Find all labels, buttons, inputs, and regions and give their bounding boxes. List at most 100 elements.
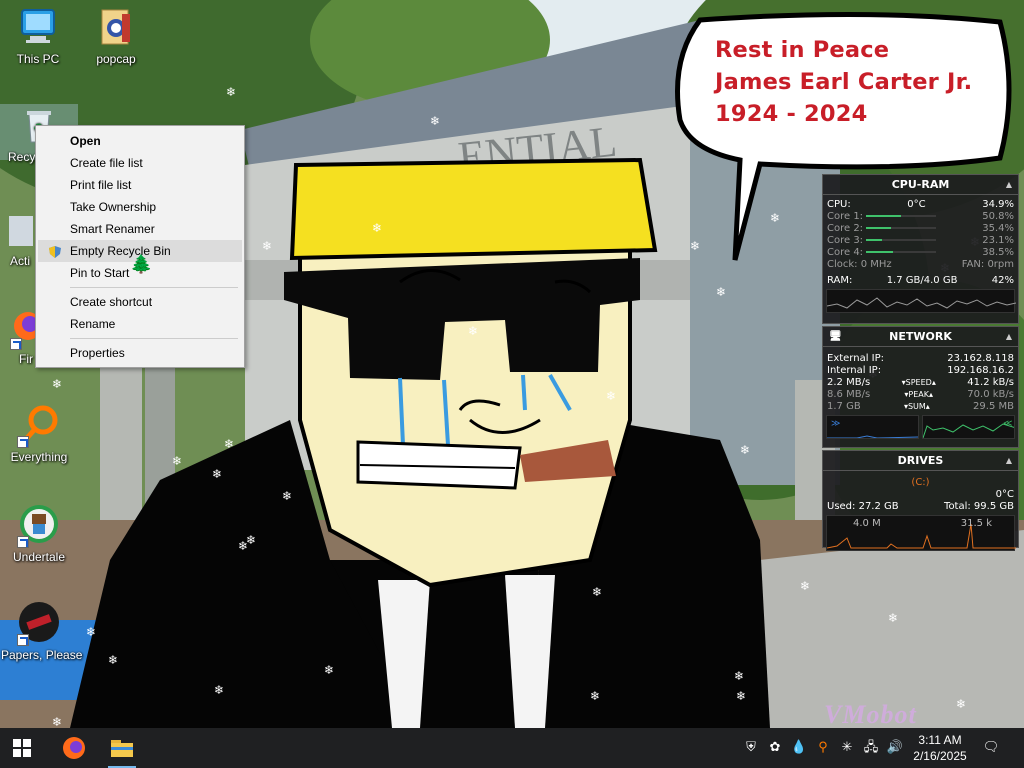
tray-app-icon[interactable]: ✿ bbox=[766, 738, 784, 756]
windows-logo-icon bbox=[13, 739, 31, 757]
drive-name-row: (C:) bbox=[823, 477, 1018, 489]
internal-ip-row: Internal IP: 192.168.16.2 bbox=[823, 365, 1018, 377]
svg-text:❄: ❄ bbox=[690, 239, 700, 253]
core-bar bbox=[866, 251, 894, 253]
internal-ip-value: 192.168.16.2 bbox=[947, 365, 1014, 376]
peak-row: 8.6 MB/s ▾PEAK▴ 70.0 kB/s bbox=[827, 389, 1014, 400]
download-sum: 1.7 GB bbox=[827, 401, 861, 412]
network-graphs: ≫ ≪ bbox=[826, 415, 1015, 441]
svg-text:❄: ❄ bbox=[52, 715, 62, 728]
menu-item-take-ownership[interactable]: Take Ownership bbox=[36, 196, 244, 218]
core-value: 38.5% bbox=[982, 247, 1014, 258]
widget-title-text: NETWORK bbox=[889, 330, 952, 343]
core-label: Core 4: bbox=[827, 247, 864, 258]
menu-item-create-file-list[interactable]: Create file list bbox=[36, 152, 244, 174]
shield-icon bbox=[48, 244, 62, 258]
core-label: Core 1: bbox=[827, 211, 864, 222]
desktop-icon-acti[interactable]: Acti bbox=[0, 212, 40, 268]
external-ip-row: External IP: 23.162.8.118 bbox=[823, 353, 1018, 365]
taskbar-firefox-button[interactable] bbox=[52, 728, 96, 768]
svg-text:❄: ❄ bbox=[888, 611, 898, 625]
upload-sum: 29.5 MB bbox=[973, 401, 1014, 412]
collapse-icon[interactable]: ▲ bbox=[1006, 451, 1012, 471]
clock-speed: Clock: 0 MHz bbox=[827, 259, 892, 270]
network-icon: 🖥 bbox=[829, 331, 842, 342]
tray-security-icon[interactable]: ⛨ bbox=[742, 738, 760, 756]
bubble-line-2: James Earl Carter Jr. bbox=[715, 69, 973, 95]
menu-separator bbox=[70, 338, 238, 339]
christmas-tree-cursor-icon: 🌲 bbox=[130, 254, 153, 274]
svg-text:❄: ❄ bbox=[52, 377, 62, 391]
tray-search-icon[interactable]: ⚲ bbox=[814, 738, 832, 756]
menu-item-smart-renamer[interactable]: Smart Renamer bbox=[36, 218, 244, 240]
cpu-ram-widget: CPU-RAM ▲ CPU: 0°C 34.9% Core 1: 50.8% Co… bbox=[822, 174, 1019, 324]
drive-write: 31.5 k bbox=[960, 518, 992, 529]
notifications-icon[interactable]: 🗨 bbox=[982, 738, 1000, 756]
tray-snowflake-icon[interactable]: ✳ bbox=[838, 738, 856, 756]
menu-item-label: Empty Recycle Bin bbox=[70, 244, 171, 258]
peak-label: PEAK bbox=[908, 390, 930, 399]
menu-item-create-shortcut[interactable]: Create shortcut bbox=[36, 291, 244, 313]
desktop-icon-papers-please[interactable]: Papers, Please bbox=[1, 602, 83, 662]
upload-speed: 41.2 kB/s bbox=[967, 377, 1014, 388]
network-icon[interactable]: 🖧 bbox=[862, 738, 880, 756]
shortcut-arrow-icon bbox=[10, 338, 22, 350]
cpu-row: CPU: 0°C 34.9% bbox=[823, 199, 1018, 211]
drive-letter: (C:) bbox=[911, 477, 930, 488]
cpu-label: CPU: bbox=[827, 199, 851, 210]
sum-label: SUM bbox=[907, 402, 926, 411]
svg-text:❄: ❄ bbox=[108, 653, 118, 667]
svg-text:❄: ❄ bbox=[740, 443, 750, 457]
speech-bubble-text: Rest in Peace James Earl Carter Jr. 1924… bbox=[715, 34, 1005, 130]
desktop-icon-this-pc[interactable]: This PC bbox=[0, 6, 76, 66]
drive-read: 4.0 M bbox=[853, 518, 881, 529]
svg-text:❄: ❄ bbox=[86, 625, 96, 639]
core-row: Core 2: 35.4% bbox=[823, 223, 1018, 235]
context-menu: Open Create file list Print file list Ta… bbox=[35, 125, 245, 368]
desktop-icon-label: Papers, Please bbox=[1, 648, 83, 662]
folder-icon bbox=[111, 740, 133, 757]
core-value: 35.4% bbox=[982, 223, 1014, 234]
download-speed: 2.2 MB/s bbox=[827, 377, 871, 388]
sum-row: 1.7 GB ▾SUM▴ 29.5 MB bbox=[827, 401, 1014, 412]
taskbar-file-explorer-button[interactable] bbox=[100, 728, 144, 768]
collapse-icon[interactable]: ▲ bbox=[1006, 175, 1012, 195]
shortcut-arrow-icon bbox=[17, 634, 29, 646]
svg-text:❄: ❄ bbox=[590, 689, 600, 703]
svg-text:❄: ❄ bbox=[906, 151, 916, 165]
svg-text:❄: ❄ bbox=[736, 689, 746, 703]
volume-icon[interactable]: 🔊 bbox=[886, 738, 904, 756]
widget-title: CPU-RAM ▲ bbox=[823, 175, 1018, 195]
tray-droplet-icon[interactable]: 💧 bbox=[790, 738, 808, 756]
bubble-line-1: Rest in Peace bbox=[715, 37, 890, 63]
cpu-value: 34.9% bbox=[982, 199, 1014, 210]
svg-text:❄: ❄ bbox=[212, 467, 222, 481]
svg-text:❄: ❄ bbox=[372, 221, 382, 235]
desktop-icon-undertale[interactable]: Undertale bbox=[1, 504, 77, 564]
menu-item-rename[interactable]: Rename bbox=[36, 313, 244, 335]
watermark-text: VMobot bbox=[824, 700, 917, 728]
system-clock[interactable]: 3:11 AM 2/16/2025 bbox=[908, 732, 972, 764]
svg-text:❄: ❄ bbox=[468, 324, 478, 338]
svg-text:❄: ❄ bbox=[282, 489, 292, 503]
shortcut-arrow-icon bbox=[17, 436, 29, 448]
menu-item-open[interactable]: Open bbox=[36, 130, 244, 152]
computer-icon bbox=[16, 6, 60, 50]
desktop-icon-everything[interactable]: Everything bbox=[1, 404, 77, 464]
start-button[interactable] bbox=[0, 728, 44, 768]
desktop-icon-popcap[interactable]: popcap bbox=[78, 6, 154, 66]
svg-text:≫: ≫ bbox=[831, 419, 840, 429]
core-row: Core 4: 38.5% bbox=[823, 247, 1018, 259]
core-bar bbox=[866, 227, 892, 229]
core-value: 50.8% bbox=[982, 211, 1014, 222]
download-peak: 8.6 MB/s bbox=[827, 389, 871, 400]
svg-text:❄: ❄ bbox=[716, 285, 726, 299]
menu-item-print-file-list[interactable]: Print file list bbox=[36, 174, 244, 196]
external-ip-value: 23.162.8.118 bbox=[947, 353, 1014, 364]
fan-speed: FAN: 0rpm bbox=[961, 259, 1014, 270]
svg-text:❄: ❄ bbox=[800, 579, 810, 593]
desktop-icon-label: Everything bbox=[10, 450, 68, 464]
undertale-icon bbox=[17, 504, 61, 548]
collapse-icon[interactable]: ▲ bbox=[1006, 327, 1012, 347]
menu-item-properties[interactable]: Properties bbox=[36, 342, 244, 364]
